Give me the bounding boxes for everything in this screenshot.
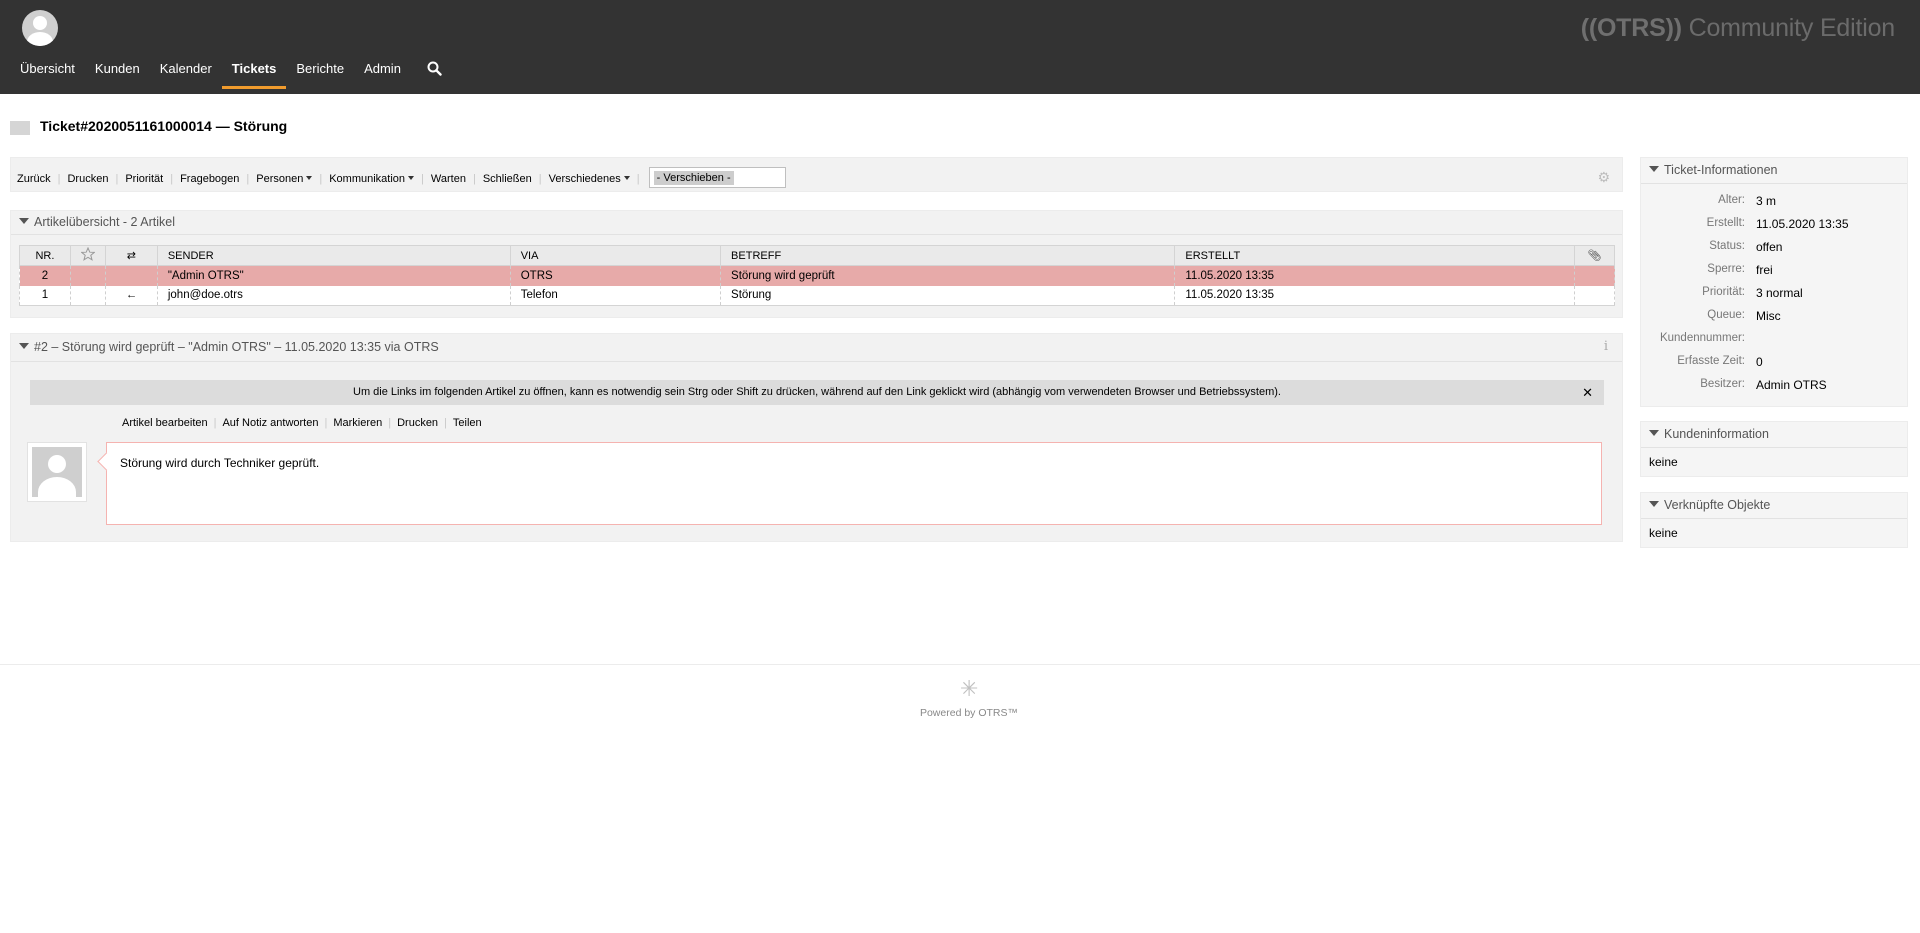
persons-menu[interactable]: Personen <box>256 173 313 185</box>
paperclip-icon[interactable]: 📎︎ <box>1573 245 1616 266</box>
customer-info-header[interactable]: Kundeninformation <box>1649 427 1769 441</box>
chevron-down-icon <box>623 175 630 180</box>
link-notice-banner: Um die Links im folgenden Artikel zu öff… <box>30 380 1604 405</box>
article-detail-widget: #2 – Störung wird geprüft – "Admin OTRS"… <box>10 333 1623 542</box>
table-row[interactable]: 1 ← john@doe.otrs Telefon Störung 11.05.… <box>19 285 1616 306</box>
main-nav: Übersicht Kunden Kalender Tickets Berich… <box>10 58 452 89</box>
info-row-age: Alter: 3 m <box>1718 194 1777 208</box>
share-button[interactable]: Teilen <box>453 417 482 429</box>
collapse-triangle-icon <box>1649 166 1659 172</box>
collapse-triangle-icon <box>19 343 29 349</box>
ticket-info-header[interactable]: Ticket-Informationen <box>1649 163 1777 177</box>
ticket-action-toolbar: Zurück | Drucken | Priorität | Fragebogen | … <box>10 157 1623 192</box>
footer-divider <box>0 664 1920 665</box>
info-row-customer-id: Kundennummer: <box>1659 332 1745 344</box>
star-icon[interactable] <box>69 245 106 266</box>
page-title: Ticket#2020051161000014 — Störung <box>40 118 288 134</box>
user-avatar[interactable] <box>22 10 58 46</box>
nav-admin[interactable]: Admin <box>354 58 411 89</box>
nav-calendar[interactable]: Kalender <box>150 58 222 89</box>
print-article-button[interactable]: Drucken <box>397 417 438 429</box>
linked-objects-widget: Verknüpfte Objekte keine <box>1640 492 1908 548</box>
col-nr[interactable]: NR. <box>19 245 71 266</box>
move-queue-select[interactable]: - Verschieben - <box>648 167 786 188</box>
ticket-flag-icon <box>10 121 30 135</box>
article-body: Störung wird durch Techniker geprüft. <box>106 442 1602 525</box>
col-subject[interactable]: BETREFF <box>720 245 1176 266</box>
article-overview-widget: Artikelübersicht - 2 Artikel NR. ⇄ SENDE… <box>10 210 1623 318</box>
info-row-lock: Sperre: frei <box>1707 263 1773 277</box>
customer-info-value: keine <box>1649 455 1678 469</box>
customer-info-widget: Kundeninformation keine <box>1640 421 1908 477</box>
sender-avatar <box>27 442 87 502</box>
questionnaire-button[interactable]: Fragebogen <box>180 173 239 185</box>
nav-reports[interactable]: Berichte <box>286 58 354 89</box>
communication-menu[interactable]: Kommunikation <box>329 173 415 185</box>
reply-note-button[interactable]: Auf Notiz antworten <box>222 417 318 429</box>
col-via[interactable]: VIA <box>509 245 722 266</box>
footer-powered-by[interactable]: Powered by OTRS™ <box>0 707 1920 719</box>
chevron-down-icon <box>306 175 313 180</box>
nav-customers[interactable]: Kunden <box>85 58 150 89</box>
otrs-star-icon: ✳ <box>960 676 979 701</box>
nav-tickets[interactable]: Tickets <box>221 58 287 89</box>
linked-objects-header[interactable]: Verknüpfte Objekte <box>1649 498 1770 512</box>
info-row-priority: Priorität: 3 normal <box>1702 286 1803 300</box>
article-action-bar: Artikel bearbeiten | Auf Notiz antworten |… <box>122 417 482 429</box>
info-row-status: Status: offen <box>1709 240 1783 254</box>
linked-objects-value: keine <box>1649 526 1678 540</box>
article-detail-header[interactable]: #2 – Störung wird geprüft – "Admin OTRS"… <box>19 340 439 354</box>
mark-button[interactable]: Markieren <box>333 417 382 429</box>
col-sender[interactable]: SENDER <box>156 245 511 266</box>
nav-overview[interactable]: Übersicht <box>10 58 85 89</box>
table-row[interactable]: 2 "Admin OTRS" OTRS Störung wird geprüft… <box>19 265 1616 286</box>
ticket-info-widget: Ticket-Informationen Alter: 3 m Erstellt:… <box>1640 157 1908 407</box>
close-ticket-button[interactable]: Schließen <box>483 173 532 185</box>
col-created[interactable]: ERSTELLT <box>1174 245 1575 266</box>
misc-menu[interactable]: Verschiedenes <box>549 173 630 185</box>
info-row-queue: Queue: Misc <box>1707 309 1781 323</box>
search-icon[interactable] <box>417 58 452 89</box>
info-row-time-accounted: Erfasste Zeit: 0 <box>1677 355 1763 369</box>
wait-button[interactable]: Warten <box>431 173 466 185</box>
direction-arrows-icon[interactable]: ⇄ <box>104 245 158 266</box>
back-button[interactable]: Zurück <box>17 173 51 185</box>
gear-icon[interactable]: ⚙ <box>1597 169 1610 186</box>
close-icon[interactable]: ✕ <box>1582 380 1593 405</box>
info-row-owner: Besitzer: Admin OTRS <box>1700 378 1827 392</box>
article-table: NR. ⇄ SENDER VIA BETREFF ERSTELLT 📎︎ 2 "… <box>19 245 1616 306</box>
collapse-triangle-icon <box>19 218 29 224</box>
edit-article-button[interactable]: Artikel bearbeiten <box>122 417 208 429</box>
collapse-triangle-icon <box>1649 501 1659 507</box>
incoming-arrow-icon: ← <box>104 285 158 306</box>
chevron-down-icon <box>408 175 415 180</box>
brand-logo: ((OTRS)) Community Edition <box>1580 14 1896 42</box>
article-overview-header[interactable]: Artikelübersicht - 2 Artikel <box>19 215 175 229</box>
collapse-triangle-icon <box>1649 430 1659 436</box>
priority-button[interactable]: Priorität <box>125 173 163 185</box>
top-header: ((OTRS)) Community Edition Übersicht Kun… <box>0 0 1920 94</box>
info-icon[interactable]: i <box>1604 339 1608 354</box>
info-row-created: Erstellt: 11.05.2020 13:35 <box>1706 217 1849 231</box>
print-button[interactable]: Drucken <box>67 173 108 185</box>
article-text: Störung wird durch Techniker geprüft. <box>120 456 320 470</box>
